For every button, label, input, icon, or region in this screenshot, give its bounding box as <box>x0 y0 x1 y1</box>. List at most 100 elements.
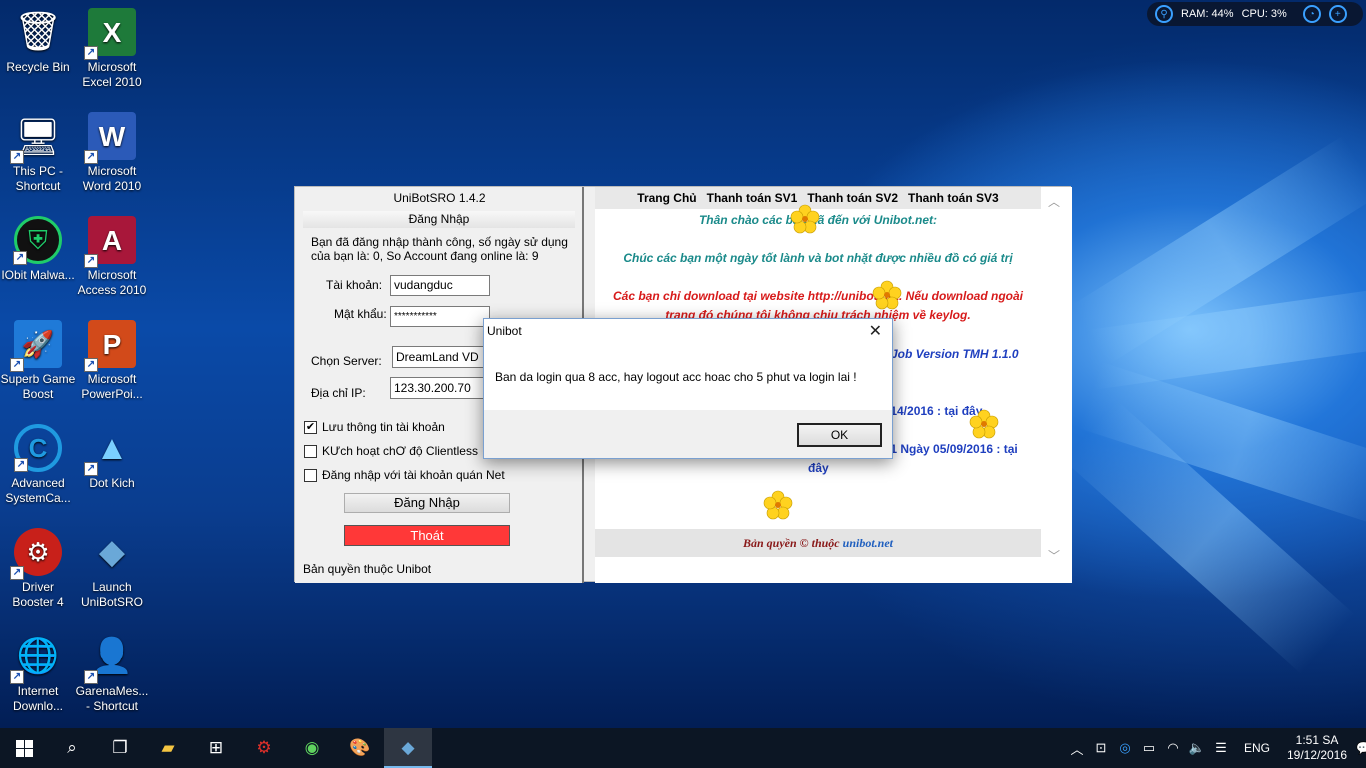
ram-usage: RAM: 44% <box>1181 8 1234 20</box>
desktop-icon-launch-unibotsro[interactable]: ◆ Launch UniBotSRO <box>74 528 150 610</box>
flower-icon <box>969 409 999 439</box>
netcafe-checkbox[interactable] <box>304 468 317 482</box>
server-select[interactable]: DreamLand VD <box>392 346 488 368</box>
chevron-up-icon[interactable]: ︿ <box>1068 739 1086 758</box>
driver-booster-icon: ⚙ <box>256 738 272 758</box>
taskbar-file-explorer[interactable]: ▰ <box>144 728 192 768</box>
access-icon: A <box>101 224 123 256</box>
desktop-icon-powerpoint[interactable]: P ↗ Microsoft PowerPoi... <box>74 320 150 402</box>
taskbar-unibot[interactable]: ◆ <box>384 728 432 768</box>
language-indicator[interactable]: ENG <box>1244 741 1270 755</box>
scroll-down-icon[interactable]: ﹀ <box>1048 547 1060 564</box>
taskbar: ⌕ ❐ ▰ ⊞ ⚙ ◉ 🎨 ◆ ︿ ⊡ ◎ ▭ ◠ 🔈 ☰ ENG 1:51 S… <box>0 728 1366 768</box>
netcafe-checkbox-row[interactable]: Đăng nhập với tài khoản quán Net <box>304 468 505 482</box>
password-label: Mật khẩu: <box>334 307 387 321</box>
nav-payment-sv1[interactable]: Thanh toán SV1 <box>707 187 798 209</box>
exit-button[interactable]: Thoát <box>344 525 510 546</box>
desktop-icon-driver-booster[interactable]: ⚙ ↗ Driver Booster 4 <box>0 528 76 610</box>
ip-input[interactable]: 123.30.200.70 <box>390 377 488 399</box>
save-account-checkbox[interactable]: ✔ <box>304 420 317 434</box>
paint-icon: 🎨 <box>349 738 371 758</box>
login-button[interactable]: Đăng Nhập <box>344 493 510 513</box>
message-dialog: Unibot ✕ Ban da login qua 8 acc, hay log… <box>483 318 893 459</box>
update-link-3[interactable]: đây <box>808 461 829 475</box>
desktop-icon-superb-game-boost[interactable]: 🚀 ↗ Superb Game Boost <box>0 320 76 402</box>
app-title: UniBotSRO 1.4.2 <box>393 191 486 205</box>
desktop-icon-internet-download[interactable]: 🌐 ↗ Internet Downlo... <box>0 632 76 714</box>
folder-icon: ▰ <box>161 738 175 758</box>
rocket-icon: 🚀 <box>21 328 55 359</box>
desktop-icon-access[interactable]: A ↗ Microsoft Access 2010 <box>74 216 150 298</box>
powerpoint-icon: P <box>102 328 122 360</box>
close-icon[interactable]: ✕ <box>869 321 882 341</box>
word-icon: W <box>98 120 126 152</box>
flower-icon <box>763 490 793 520</box>
taskbar-store[interactable]: ⊞ <box>192 728 240 768</box>
dialog-title: Unibot <box>487 324 522 338</box>
desktop-icon-advanced-systemcare[interactable]: C ↗ Advanced SystemCa... <box>0 424 76 506</box>
desktop-icon-garena[interactable]: 👤 ↗ GarenaMes... - Shortcut <box>74 632 150 714</box>
system-tray: ︿ ⊡ ◎ ▭ ◠ 🔈 ☰ ENG 1:51 SA 19/12/2016 💬 <box>1068 728 1366 768</box>
scroll-up-icon[interactable]: ︿ <box>1048 193 1060 210</box>
flower-icon <box>790 204 820 234</box>
search-button[interactable]: ⌕ <box>48 728 96 768</box>
login-section-header: Đăng Nhập <box>303 211 575 228</box>
desktop-icon-this-pc[interactable]: 🖥 ↗ This PC - Shortcut <box>0 112 76 194</box>
dot-kich-icon: ▲ <box>95 428 129 467</box>
desktop-icon-excel[interactable]: X ↗ Microsoft Excel 2010 <box>74 8 150 90</box>
notifications-icon[interactable]: ☰ <box>1212 740 1230 756</box>
desktop-icon-recycle-bin[interactable]: 🗑 Recycle Bin <box>0 8 76 75</box>
username-input[interactable]: vudangduc <box>390 275 490 296</box>
server-label: Chọn Server: <box>311 354 382 368</box>
update-link-2[interactable]: .1 Ngày 05/09/2016 : tại <box>887 442 1018 456</box>
nav-payment-sv2[interactable]: Thanh toán SV2 <box>807 187 898 209</box>
start-button[interactable] <box>0 728 48 768</box>
recycle-bin-icon: 🗑 <box>13 10 63 53</box>
password-input[interactable]: *********** <box>390 306 490 327</box>
speed-icon[interactable]: ◔ <box>1302 5 1321 23</box>
garena-icon: 👤 <box>90 636 134 675</box>
clientless-checkbox[interactable] <box>304 444 317 458</box>
clock[interactable]: 1:51 SA 19/12/2016 <box>1284 733 1350 763</box>
network-share-icon[interactable]: ⊡ <box>1092 740 1110 756</box>
save-account-checkbox-row[interactable]: ✔ Lưu thông tin tài khoản <box>304 420 445 434</box>
search-icon: ⌕ <box>67 738 77 758</box>
nav-home[interactable]: Trang Chủ <box>637 187 696 209</box>
volume-icon[interactable]: 🔈 <box>1188 740 1206 756</box>
taskbar-driver-booster[interactable]: ⚙ <box>240 728 288 768</box>
desktop-icon-word[interactable]: W ↗ Microsoft Word 2010 <box>74 112 150 194</box>
flower-icon <box>872 280 902 310</box>
globe-icon: 🌐 <box>16 636 60 675</box>
browser-icon: ◉ <box>304 738 320 758</box>
login-status-message: Bạn đã đăng nhập thành công, số ngày sử … <box>311 235 568 263</box>
dialog-footer: OK <box>484 410 892 458</box>
taskbar-coccoc[interactable]: ◉ <box>288 728 336 768</box>
system-monitor-widget[interactable]: ⚲ RAM: 44% CPU: 3% ◔ + <box>1147 2 1363 26</box>
battery-icon[interactable]: ▭ <box>1140 740 1158 756</box>
dialog-message: Ban da login qua 8 acc, hay logout acc h… <box>495 370 857 384</box>
task-view-button[interactable]: ❐ <box>96 728 144 768</box>
wifi-icon[interactable]: ◠ <box>1164 740 1182 756</box>
job-version-text: Job Version TMH 1.1.0 <box>891 347 1019 361</box>
advanced-systemcare-icon: C <box>28 432 48 463</box>
coccoc-tray-icon[interactable]: ◎ <box>1116 740 1134 756</box>
ok-button[interactable]: OK <box>797 423 882 447</box>
monitor-gauge-icon: ⚲ <box>1155 5 1173 23</box>
clientless-checkbox-row[interactable]: KƯch hoạt chƠ độ Clientless <box>304 444 478 458</box>
desktop-icon-dot-kich[interactable]: ▲ ↗ Dot Kich <box>74 424 150 491</box>
clock-time: 1:51 SA <box>1295 733 1339 747</box>
footer-link[interactable]: unibot.net <box>843 536 893 550</box>
action-center-icon[interactable]: 💬 <box>1356 741 1366 755</box>
desktop-icon-iobit[interactable]: ⛨ ↗ IObit Malwa... <box>0 216 76 283</box>
store-icon: ⊞ <box>208 738 224 758</box>
nav-payment-sv3[interactable]: Thanh toán SV3 <box>908 187 999 209</box>
taskbar-paint[interactable]: 🎨 <box>336 728 384 768</box>
wish-text: Chúc các bạn một ngày tốt lành và bot nh… <box>623 251 1013 265</box>
clock-date: 19/12/2016 <box>1286 748 1348 762</box>
username-label: Tài khoản: <box>326 278 383 292</box>
unibot-icon: ◆ <box>401 738 415 758</box>
copyright-text: Bản quyền thuộc Unibot <box>303 562 432 576</box>
driver-booster-icon: ⚙ <box>26 536 50 567</box>
plus-icon[interactable]: + <box>1328 5 1347 23</box>
windows-icon <box>15 739 33 757</box>
